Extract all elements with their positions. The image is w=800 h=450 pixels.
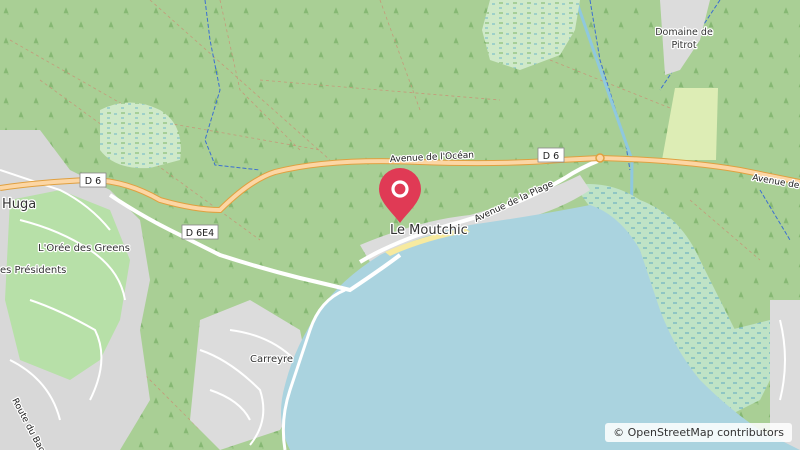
shield-d6e4: D 6E4: [181, 224, 219, 240]
map-canvas[interactable]: Avenue de l'Océan Avenue de l Avenue de …: [0, 0, 800, 450]
place-label-huga: Huga: [2, 197, 36, 212]
shield-d6-west: D 6: [79, 172, 107, 188]
place-label-le-moutchic: Le Moutchic: [390, 223, 468, 238]
place-label-carreyre: Carreyre: [250, 354, 293, 365]
place-label-domaine-de-pitrot-1: Domaine de: [655, 27, 713, 38]
svg-text:D 6: D 6: [85, 176, 101, 187]
shield-d6-east: D 6: [537, 147, 565, 163]
place-label-loree-des-greens: L'Orée des Greens: [38, 242, 130, 254]
map-attribution[interactable]: © OpenStreetMap contributors: [605, 423, 792, 442]
svg-text:D 6E4: D 6E4: [186, 228, 214, 239]
copyright-symbol: ©: [613, 426, 625, 439]
attribution-text[interactable]: OpenStreetMap contributors: [628, 426, 784, 439]
roundabout: [595, 153, 605, 163]
svg-text:D 6: D 6: [543, 151, 559, 162]
place-label-domaine-de-pitrot-2: Pitrot: [671, 40, 696, 51]
place-label-les-presidents: es Présidents: [0, 264, 66, 276]
